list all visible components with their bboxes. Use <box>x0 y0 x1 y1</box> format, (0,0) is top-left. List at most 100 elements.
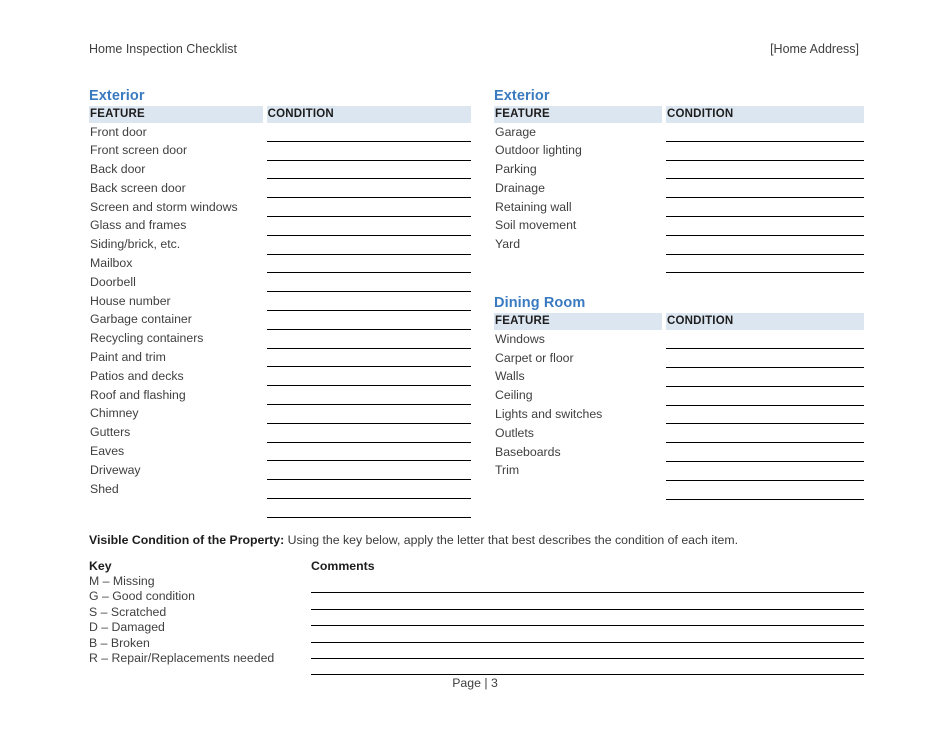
table-row: Back door <box>89 160 471 180</box>
key-and-comments: Key M – Missing G – Good condition S – Scr… <box>89 558 864 676</box>
feature-label: Lights and switches <box>495 407 603 422</box>
feature-label: Front screen door <box>90 143 188 158</box>
condition-input-line[interactable] <box>266 442 471 462</box>
condition-input-line[interactable] <box>266 272 471 293</box>
key-item: M – Missing <box>89 574 155 588</box>
feature-label: Front door <box>90 124 147 139</box>
bottom-block: Visible Condition of the Property: Using… <box>89 532 864 676</box>
condition-input-line[interactable] <box>266 329 471 349</box>
table-row <box>89 498 471 518</box>
key-item: S – Scratched <box>89 604 167 619</box>
table-row: Front screen door <box>89 141 471 161</box>
condition-input-line[interactable] <box>266 310 471 330</box>
comment-input-line[interactable] <box>311 610 864 627</box>
condition-input-line[interactable] <box>666 197 864 217</box>
feature-label: Outlets <box>495 425 534 440</box>
key-list: M – Missing G – Good condition S – Scratch… <box>89 574 311 666</box>
table-row <box>494 254 864 274</box>
document-title: Home Inspection Checklist <box>89 42 237 56</box>
table-row: Carpet or floor <box>494 348 864 368</box>
condition-input-line[interactable] <box>266 404 471 424</box>
column-header-feature: FEATURE <box>89 106 263 123</box>
feature-label: Back screen door <box>90 180 186 195</box>
condition-input-line[interactable] <box>266 479 471 499</box>
checklist-section: Dining Room FEATURE CONDITION Windows Carpe… <box>494 295 864 500</box>
condition-input-line[interactable] <box>666 141 864 161</box>
comment-input-line[interactable] <box>311 593 864 610</box>
condition-input-line[interactable] <box>266 178 471 199</box>
table-row: Front door <box>89 123 471 142</box>
condition-input-line[interactable] <box>666 254 864 274</box>
condition-input-line[interactable] <box>266 348 471 368</box>
table-row: Siding/brick, etc. <box>89 235 471 255</box>
comment-input-line[interactable] <box>311 659 864 676</box>
table-row: Screen and storm windows <box>89 197 471 217</box>
checklist-section: Exterior FEATURE CONDITION Front door Front… <box>89 88 471 518</box>
table-row: Doorbell <box>89 272 471 293</box>
table-row: Soil movement <box>494 216 864 236</box>
table-header-row: FEATURE CONDITION <box>494 106 864 123</box>
table-row: Windows <box>494 330 864 350</box>
condition-input-line[interactable] <box>666 423 864 444</box>
condition-input-line[interactable] <box>266 423 471 443</box>
table-row <box>494 480 864 500</box>
condition-input-line[interactable] <box>266 385 471 405</box>
condition-input-line[interactable] <box>266 498 471 518</box>
condition-input-line[interactable] <box>266 160 471 180</box>
condition-input-line[interactable] <box>266 460 471 481</box>
feature-label: Carpet or floor <box>495 350 574 365</box>
condition-input-line[interactable] <box>666 348 864 368</box>
feature-label: Trim <box>495 463 520 478</box>
condition-input-line[interactable] <box>266 216 471 236</box>
key-item: B – Broken <box>89 635 150 650</box>
feature-label: Doorbell <box>90 274 136 289</box>
condition-input-line[interactable] <box>666 405 864 425</box>
feature-label: Patios and decks <box>90 368 184 383</box>
table-row: Lights and switches <box>494 405 864 425</box>
feature-label <box>89 498 263 517</box>
feature-label <box>494 254 662 273</box>
condition-input-line[interactable] <box>666 216 864 236</box>
condition-input-line[interactable] <box>666 178 864 199</box>
condition-input-line[interactable] <box>666 386 864 406</box>
table-row: Drainage <box>494 178 864 199</box>
condition-input-line[interactable] <box>666 123 864 142</box>
condition-input-line[interactable] <box>266 291 471 311</box>
checklist-table: FEATURE CONDITION Windows Carpet or floor … <box>494 313 864 500</box>
feature-label: Back door <box>90 162 146 177</box>
comments-column: Comments <box>311 558 864 676</box>
condition-input-line[interactable] <box>666 235 864 255</box>
condition-input-line[interactable] <box>666 160 864 180</box>
home-address-placeholder[interactable]: [Home Address] <box>770 42 859 56</box>
condition-input-line[interactable] <box>666 442 864 462</box>
feature-label: Glass and frames <box>90 218 187 233</box>
condition-input-line[interactable] <box>266 123 471 142</box>
condition-input-line[interactable] <box>666 367 864 387</box>
condition-input-line[interactable] <box>666 330 864 350</box>
condition-input-line[interactable] <box>666 461 864 481</box>
condition-input-line[interactable] <box>266 254 471 274</box>
table-row: Gutters <box>89 423 471 443</box>
comment-input-line[interactable] <box>311 643 864 659</box>
table-row: Paint and trim <box>89 348 471 368</box>
feature-label: Screen and storm windows <box>90 199 238 214</box>
feature-label: Garbage container <box>90 312 192 327</box>
condition-input-line[interactable] <box>266 235 471 255</box>
comment-input-line[interactable] <box>311 577 864 594</box>
feature-label: Driveway <box>90 462 141 477</box>
feature-label: Soil movement <box>495 218 577 233</box>
column-header-feature: FEATURE <box>494 106 663 123</box>
condition-input-line[interactable] <box>266 197 471 217</box>
document-page: Home Inspection Checklist [Home Address]… <box>0 0 950 735</box>
feature-label: Recycling containers <box>90 331 204 346</box>
checklist-table: FEATURE CONDITION Garage Outdoor lighting … <box>494 106 864 274</box>
condition-input-line[interactable] <box>266 366 471 387</box>
feature-label: Siding/brick, etc. <box>90 237 181 252</box>
comment-input-line[interactable] <box>311 626 864 643</box>
condition-input-line[interactable] <box>266 141 471 161</box>
condition-input-line[interactable] <box>666 480 864 500</box>
table-row: Eaves <box>89 442 471 462</box>
visible-condition-note: Visible Condition of the Property: Using… <box>89 532 864 549</box>
left-column: Exterior FEATURE CONDITION Front door Front… <box>89 88 471 518</box>
column-header-condition: CONDITION <box>666 106 864 123</box>
